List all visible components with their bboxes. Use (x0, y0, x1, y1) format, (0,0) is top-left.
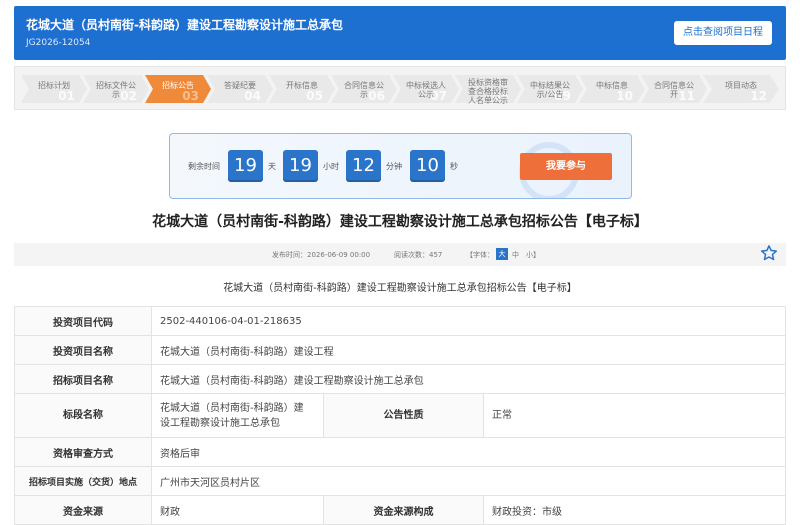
seconds-unit: 秒 (450, 162, 458, 171)
article-meta: 发布时间：2026-06-09 00:00 阅读次数：457 【字体： 大 中 … (14, 243, 786, 266)
content-title: 花城大道（员村南街-科韵路）建设工程勘察设计施工总承包招标公告【电子标】 (223, 283, 577, 294)
step-award-info[interactable]: 中标信息 10 (579, 75, 645, 103)
table-value: 花城大道（员村南街-科韵路）建设工程 (151, 335, 786, 365)
table-key: 招标项目名称 (14, 364, 152, 394)
table-key: 投资项目名称 (14, 335, 152, 365)
section-name-line2: 设工程勘察设计施工总承包 (160, 417, 280, 429)
countdown-label: 剩余时间 (188, 162, 220, 171)
project-title: 花城大道（员村南街-科韵路）建设工程勘察设计施工总承包 (26, 18, 343, 32)
font-size-label: 【字体： (466, 251, 494, 259)
table-key: 资金来源构成 (323, 495, 484, 525)
project-header: 花城大道（员村南街-科韵路）建设工程勘察设计施工总承包 JG2026-12054… (14, 6, 786, 60)
table-row: 招标项目实施（交货）地点 广州市天河区员村片区 (14, 466, 786, 496)
countdown-seconds: 10 (410, 150, 445, 182)
table-key: 投资项目代码 (14, 306, 152, 336)
step-contract-publicity[interactable]: 合同信息公示 06 (331, 75, 397, 103)
days-unit: 天 (268, 162, 276, 171)
step-award-result[interactable]: 中标结果公示/公告 09 (517, 75, 583, 103)
table-value: 花城大道（员村南街-科韵路）建设工程勘察设计施工总承包 (151, 364, 786, 394)
countdown-hours: 19 (283, 150, 318, 182)
table-value: 资格后审 (151, 437, 786, 467)
project-code: JG2026-12054 (26, 38, 91, 48)
countdown-minutes: 12 (346, 150, 381, 182)
process-steps: 招标计划 01 招标文件公示 02 招标公告 03 答疑纪要 04 开标信息 05 合同信… (14, 66, 786, 110)
step-contract-disclosure[interactable]: 合同信息公开 11 (641, 75, 707, 103)
section-name-line1: 花城大道（员村南街-科韵路）建 (160, 402, 304, 414)
announcement-info-table: 投资项目代码 2502-440106-04-01-218635 投资项目名称 花… (14, 306, 786, 525)
step-bid-announcement[interactable]: 招标公告 03 (145, 75, 211, 103)
font-large-button[interactable]: 大 (496, 248, 508, 260)
table-key: 资格审查方式 (14, 437, 152, 467)
step-project-news[interactable]: 项目动态 12 (703, 75, 779, 103)
step-qualified-bidders[interactable]: 投标资格审查合格投标人名单公示 08 (455, 75, 521, 105)
font-small-button[interactable]: 小】 (526, 250, 540, 260)
table-value: 正常 (483, 393, 786, 438)
table-value: 2502-440106-04-01-218635 (151, 306, 786, 336)
view-schedule-button[interactable]: 点击查阅项目日程 (674, 21, 772, 45)
favorite-star-icon[interactable] (760, 244, 778, 262)
table-key: 标段名称 (14, 393, 152, 438)
table-row: 资格审查方式 资格后审 (14, 437, 786, 467)
hours-unit: 小时 (323, 162, 339, 171)
table-value: 财政 (151, 495, 324, 525)
step-qa-summary[interactable]: 答疑纪要 04 (207, 75, 273, 103)
table-value: 广州市天河区员村片区 (151, 466, 786, 496)
countdown-panel: 剩余时间 19 天 19 小时 12 分钟 10 秒 我要参与 (169, 133, 632, 199)
table-row: 投资项目名称 花城大道（员村南街-科韵路）建设工程 (14, 335, 786, 365)
minutes-unit: 分钟 (386, 162, 402, 171)
table-row: 招标项目名称 花城大道（员村南街-科韵路）建设工程勘察设计施工总承包 (14, 364, 786, 394)
table-value: 财政投资：市级 (483, 495, 786, 525)
table-key: 招标项目实施（交货）地点 (14, 466, 152, 496)
table-row: 标段名称 花城大道（员村南街-科韵路）建 设工程勘察设计施工总承包 公告性质 正… (14, 393, 786, 438)
table-value: 花城大道（员村南街-科韵路）建 设工程勘察设计施工总承包 (151, 393, 324, 438)
page-title: 花城大道（员村南街-科韵路）建设工程勘察设计施工总承包招标公告【电子标】 (152, 214, 648, 230)
font-medium-button[interactable]: 中 (512, 250, 519, 260)
table-key: 公告性质 (323, 393, 484, 438)
table-row: 资金来源 财政 资金来源构成 财政投资：市级 (14, 495, 786, 525)
countdown-days: 19 (228, 150, 263, 182)
step-bid-plan[interactable]: 招标计划 01 (21, 75, 87, 103)
table-key: 资金来源 (14, 495, 152, 525)
step-bid-doc-publicity[interactable]: 招标文件公示 02 (83, 75, 149, 103)
join-button[interactable]: 我要参与 (520, 153, 612, 180)
view-count: 阅读次数：457 (394, 251, 443, 259)
step-opening-info[interactable]: 开标信息 05 (269, 75, 335, 103)
step-candidate-publicity[interactable]: 中标候选人公示 07 (393, 75, 459, 103)
publish-time: 发布时间：2026-06-09 00:00 (272, 251, 371, 259)
table-row: 投资项目代码 2502-440106-04-01-218635 (14, 306, 786, 336)
